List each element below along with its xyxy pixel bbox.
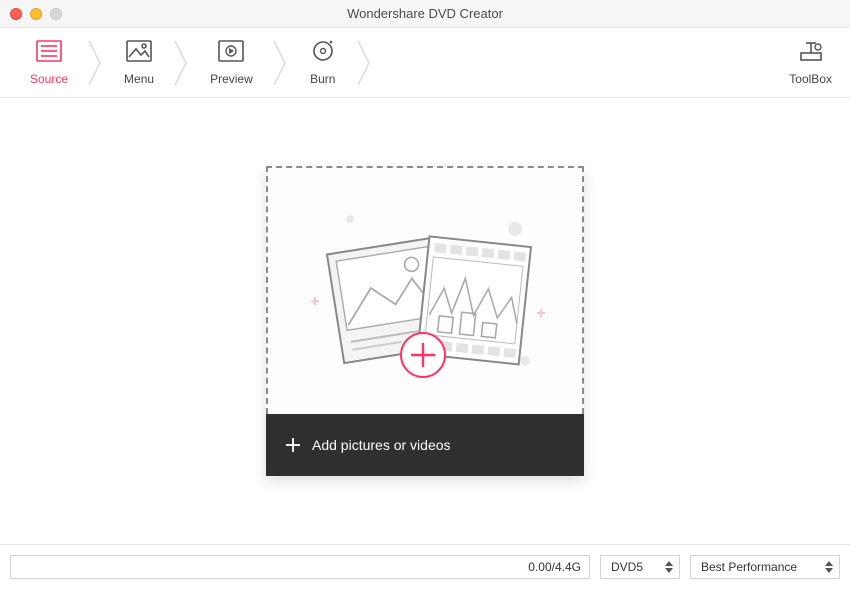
- chevron-right-icon: [86, 33, 106, 93]
- add-media-button[interactable]: Add pictures or videos: [266, 414, 584, 476]
- quality-value: Best Performance: [701, 560, 797, 574]
- stepper-icon: [825, 561, 833, 573]
- disc-type-value: DVD5: [611, 560, 643, 574]
- plus-icon: [284, 436, 302, 454]
- dropzone[interactable]: Add pictures or videos: [266, 166, 584, 476]
- titlebar: Wondershare DVD Creator: [0, 0, 850, 28]
- tab-label: Menu: [124, 72, 154, 86]
- bottombar: 0.00/4.4G DVD5 Best Performance: [0, 544, 850, 589]
- toolbox-label: ToolBox: [789, 72, 832, 86]
- tab-label: Source: [30, 72, 68, 86]
- tab-preview[interactable]: Preview: [192, 33, 271, 93]
- image-icon: [125, 39, 153, 68]
- toolbox-button[interactable]: ToolBox: [783, 39, 838, 86]
- step-row: Source Menu Preview Burn: [12, 28, 375, 97]
- window-controls: [0, 8, 62, 20]
- add-media-label: Add pictures or videos: [312, 437, 451, 453]
- chevron-right-icon: [355, 33, 375, 93]
- toolbox-icon: [797, 39, 825, 68]
- tab-menu[interactable]: Menu: [106, 33, 172, 93]
- disc-type-select[interactable]: DVD5: [600, 555, 680, 579]
- tab-burn[interactable]: Burn: [291, 33, 355, 93]
- stepper-icon: [665, 561, 673, 573]
- disc-icon: [309, 39, 337, 68]
- disc-progress-bar: 0.00/4.4G: [10, 555, 590, 579]
- tab-label: Burn: [310, 72, 335, 86]
- chevron-right-icon: [271, 33, 291, 93]
- toolbar: Source Menu Preview Burn: [0, 28, 850, 98]
- minimize-window-button[interactable]: [30, 8, 42, 20]
- close-window-button[interactable]: [10, 8, 22, 20]
- preview-icon: [217, 39, 245, 68]
- tab-source[interactable]: Source: [12, 33, 86, 93]
- window-title: Wondershare DVD Creator: [0, 6, 850, 21]
- maximize-window-button[interactable]: [50, 8, 62, 20]
- tab-label: Preview: [210, 72, 253, 86]
- quality-select[interactable]: Best Performance: [690, 555, 840, 579]
- disc-progress-text: 0.00/4.4G: [528, 560, 581, 574]
- dropzone-canvas[interactable]: [266, 166, 584, 414]
- chevron-right-icon: [172, 33, 192, 93]
- main-area: Add pictures or videos: [0, 98, 850, 544]
- media-placeholder-icon: [295, 191, 555, 391]
- source-icon: [35, 39, 63, 68]
